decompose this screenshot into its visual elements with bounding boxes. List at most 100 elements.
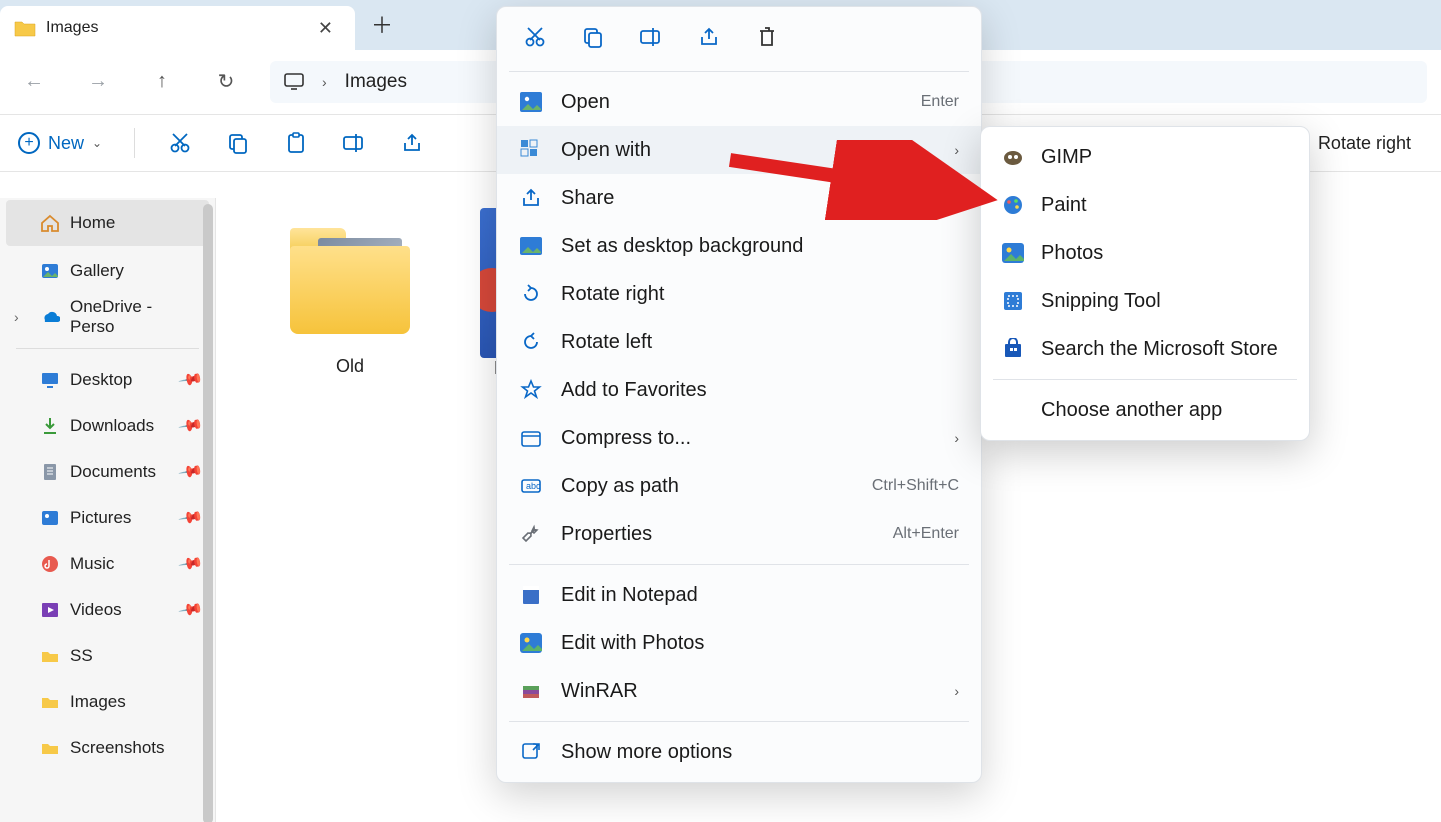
menu-label: Open with <box>561 139 651 162</box>
folder-icon <box>14 19 36 37</box>
sidebar-item-gallery[interactable]: Gallery <box>0 248 215 294</box>
menu-item-rotate-right[interactable]: Rotate right <box>497 270 981 318</box>
menu-item-winrar[interactable]: WinRAR › <box>497 667 981 715</box>
delete-icon[interactable] <box>753 23 781 51</box>
sidebar-item-screenshots[interactable]: Screenshots <box>0 725 215 771</box>
photos-icon <box>1001 241 1025 265</box>
submenu-item-photos[interactable]: Photos <box>981 229 1309 277</box>
pin-icon[interactable]: 📌 <box>177 458 205 486</box>
sidebar-scrollbar[interactable] <box>203 204 213 822</box>
menu-item-properties[interactable]: Properties Alt+Enter <box>497 510 981 558</box>
sidebar-item-documents[interactable]: Documents 📌 <box>0 449 215 495</box>
wrench-icon <box>519 522 543 546</box>
path-icon: abc <box>519 474 543 498</box>
submenu-item-store[interactable]: Search the Microsoft Store <box>981 325 1309 373</box>
submenu-label: Snipping Tool <box>1041 290 1161 313</box>
new-tab-button[interactable]: ＋ <box>355 0 409 50</box>
sidebar-label: Documents <box>70 462 156 482</box>
sidebar-item-images[interactable]: Images <box>0 679 215 725</box>
chevron-down-icon: ⌄ <box>92 136 102 150</box>
blank-icon <box>1001 398 1025 422</box>
image-icon <box>519 90 543 114</box>
sidebar-divider <box>16 348 199 349</box>
sidebar-item-music[interactable]: Music 📌 <box>0 541 215 587</box>
share-icon[interactable] <box>399 130 425 156</box>
cut-icon[interactable] <box>167 130 193 156</box>
new-button[interactable]: + New ⌄ <box>18 132 102 154</box>
tab-close-button[interactable]: ✕ <box>310 14 341 43</box>
sidebar-item-desktop[interactable]: Desktop 📌 <box>0 357 215 403</box>
menu-item-edit-notepad[interactable]: Edit in Notepad <box>497 571 981 619</box>
menu-label: Share <box>561 187 614 210</box>
submenu-item-choose-another[interactable]: Choose another app <box>981 386 1309 434</box>
winrar-icon <box>519 679 543 703</box>
menu-label: Rotate right <box>561 283 664 306</box>
submenu-label: Choose another app <box>1041 399 1222 422</box>
pin-icon[interactable]: 📌 <box>177 550 205 578</box>
sidebar-item-home[interactable]: Home <box>6 200 209 246</box>
chevron-right-icon[interactable]: › <box>14 309 19 325</box>
svg-text:abc: abc <box>526 481 541 491</box>
pictures-icon <box>40 508 60 528</box>
onedrive-icon <box>40 307 60 327</box>
pin-icon[interactable]: 📌 <box>177 366 205 394</box>
menu-label: WinRAR <box>561 680 638 703</box>
menu-item-set-background[interactable]: Set as desktop background <box>497 222 981 270</box>
menu-item-share[interactable]: Share <box>497 174 981 222</box>
forward-button[interactable]: → <box>78 62 118 102</box>
submenu-label: Search the Microsoft Store <box>1041 338 1278 361</box>
share-icon <box>519 186 543 210</box>
rotate-right-label[interactable]: Rotate right <box>1318 133 1423 154</box>
file-item-old[interactable]: Old <box>270 208 430 377</box>
star-icon <box>519 378 543 402</box>
sidebar-label: SS <box>70 646 93 666</box>
copy-icon[interactable] <box>225 130 251 156</box>
chevron-right-icon: › <box>954 683 959 699</box>
share-icon[interactable] <box>695 23 723 51</box>
up-button[interactable]: ↑ <box>142 62 182 102</box>
menu-item-favorites[interactable]: Add to Favorites <box>497 366 981 414</box>
menu-item-compress[interactable]: Compress to... › <box>497 414 981 462</box>
submenu-item-paint[interactable]: Paint <box>981 181 1309 229</box>
menu-item-copy-path[interactable]: abc Copy as path Ctrl+Shift+C <box>497 462 981 510</box>
sidebar-item-ss[interactable]: SS <box>0 633 215 679</box>
menu-shortcut: Ctrl+Shift+C <box>872 477 959 495</box>
menu-label: Show more options <box>561 741 732 764</box>
menu-item-edit-photos[interactable]: Edit with Photos <box>497 619 981 667</box>
paint-icon <box>1001 193 1025 217</box>
submenu-item-snipping[interactable]: Snipping Tool <box>981 277 1309 325</box>
refresh-button[interactable]: ↻ <box>206 62 246 102</box>
pin-icon[interactable]: 📌 <box>177 412 205 440</box>
sidebar-item-downloads[interactable]: Downloads 📌 <box>0 403 215 449</box>
monitor-icon <box>284 73 304 91</box>
menu-item-open-with[interactable]: Open with › <box>497 126 981 174</box>
folder-icon <box>40 692 60 712</box>
submenu-label: GIMP <box>1041 146 1092 169</box>
pin-icon[interactable]: 📌 <box>177 504 205 532</box>
sidebar-item-onedrive[interactable]: › OneDrive - Perso <box>0 294 215 340</box>
toolbar-separator <box>134 128 135 158</box>
cut-icon[interactable] <box>521 23 549 51</box>
tab-images[interactable]: Images ✕ <box>0 6 355 50</box>
back-button[interactable]: ← <box>14 62 54 102</box>
menu-item-more-options[interactable]: Show more options <box>497 728 981 776</box>
sidebar-label: OneDrive - Perso <box>70 297 201 337</box>
sidebar-label: Gallery <box>70 261 124 281</box>
menu-shortcut: Alt+Enter <box>893 525 959 543</box>
menu-label: Open <box>561 91 610 114</box>
sidebar-label: Screenshots <box>70 738 165 758</box>
submenu-item-gimp[interactable]: GIMP <box>981 133 1309 181</box>
copy-icon[interactable] <box>579 23 607 51</box>
sidebar-item-pictures[interactable]: Pictures 📌 <box>0 495 215 541</box>
rename-icon[interactable] <box>637 23 665 51</box>
sidebar-label: Desktop <box>70 370 132 390</box>
menu-item-open[interactable]: Open Enter <box>497 78 981 126</box>
rename-icon[interactable] <box>341 130 367 156</box>
pin-icon[interactable]: 📌 <box>177 596 205 624</box>
chevron-right-icon: › <box>322 74 327 90</box>
background-icon <box>519 234 543 258</box>
sidebar-item-videos[interactable]: Videos 📌 <box>0 587 215 633</box>
menu-item-rotate-left[interactable]: Rotate left <box>497 318 981 366</box>
context-separator <box>509 71 969 72</box>
paste-icon[interactable] <box>283 130 309 156</box>
